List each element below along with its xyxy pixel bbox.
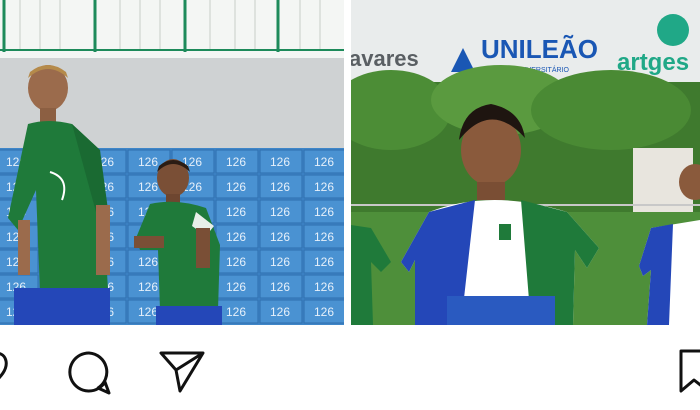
photo-right[interactable]: avares UNILEÃO CENTRO UNIVERSITÁRIO artg… <box>351 0 700 325</box>
wall-tile-number: 126 <box>314 280 334 294</box>
artges-logo-icon <box>657 14 689 46</box>
share-icon[interactable] <box>158 350 206 394</box>
post-carousel[interactable]: 126 126 126 126 126 126 126 126 126 126 126 126 126 1… <box>0 0 700 325</box>
wall-tile-number: 126 <box>270 305 290 319</box>
sponsor-2-text: UNILEÃO <box>481 34 598 64</box>
wall-tile-number: 126 <box>138 180 158 194</box>
sponsor-1-text: avares <box>351 46 419 71</box>
wall-tile-number: 126 <box>314 155 334 169</box>
wall-tile-number: 126 <box>270 280 290 294</box>
wall-tile-number: 126 <box>314 205 334 219</box>
wall-tile-number: 126 <box>270 230 290 244</box>
wall-tile-number: 126 <box>226 230 246 244</box>
wall-tile-number: 126 <box>270 180 290 194</box>
wall-tile-number: 126 <box>138 305 158 319</box>
wall-tile-number: 126 <box>226 280 246 294</box>
wall-tile-number: 126 <box>138 155 158 169</box>
wall-tile-number: 126 <box>314 305 334 319</box>
photo-left[interactable]: 126 126 126 126 126 126 126 126 126 126 126 126 126 1… <box>0 0 344 325</box>
wall-tile-number: 126 <box>314 230 334 244</box>
wall-tile-number: 126 <box>226 305 246 319</box>
carousel-gap <box>344 0 351 325</box>
wall-tile-number: 126 <box>314 255 334 269</box>
wall-tile-number: 126 <box>270 205 290 219</box>
wall-tile-number: 126 <box>226 255 246 269</box>
bookmark-icon[interactable] <box>678 348 700 394</box>
photo-right-scene: avares UNILEÃO CENTRO UNIVERSITÁRIO artg… <box>351 0 700 325</box>
wall-tile-number: 126 <box>138 280 158 294</box>
wall-tile-number: 126 <box>270 255 290 269</box>
wall-tile-number: 126 <box>226 155 246 169</box>
comment-icon[interactable] <box>66 350 112 396</box>
heart-icon[interactable] <box>0 349 24 391</box>
wall-tile-number: 126 <box>138 255 158 269</box>
post-action-bar <box>0 325 700 410</box>
wall-tile-number: 126 <box>270 155 290 169</box>
wall-tile-number: 126 <box>226 205 246 219</box>
photo-left-scene: 126 126 126 126 126 126 126 126 126 126 126 126 126 1… <box>0 0 344 325</box>
wall-tile-number: 126 <box>314 180 334 194</box>
wall-tile-number: 126 <box>226 180 246 194</box>
